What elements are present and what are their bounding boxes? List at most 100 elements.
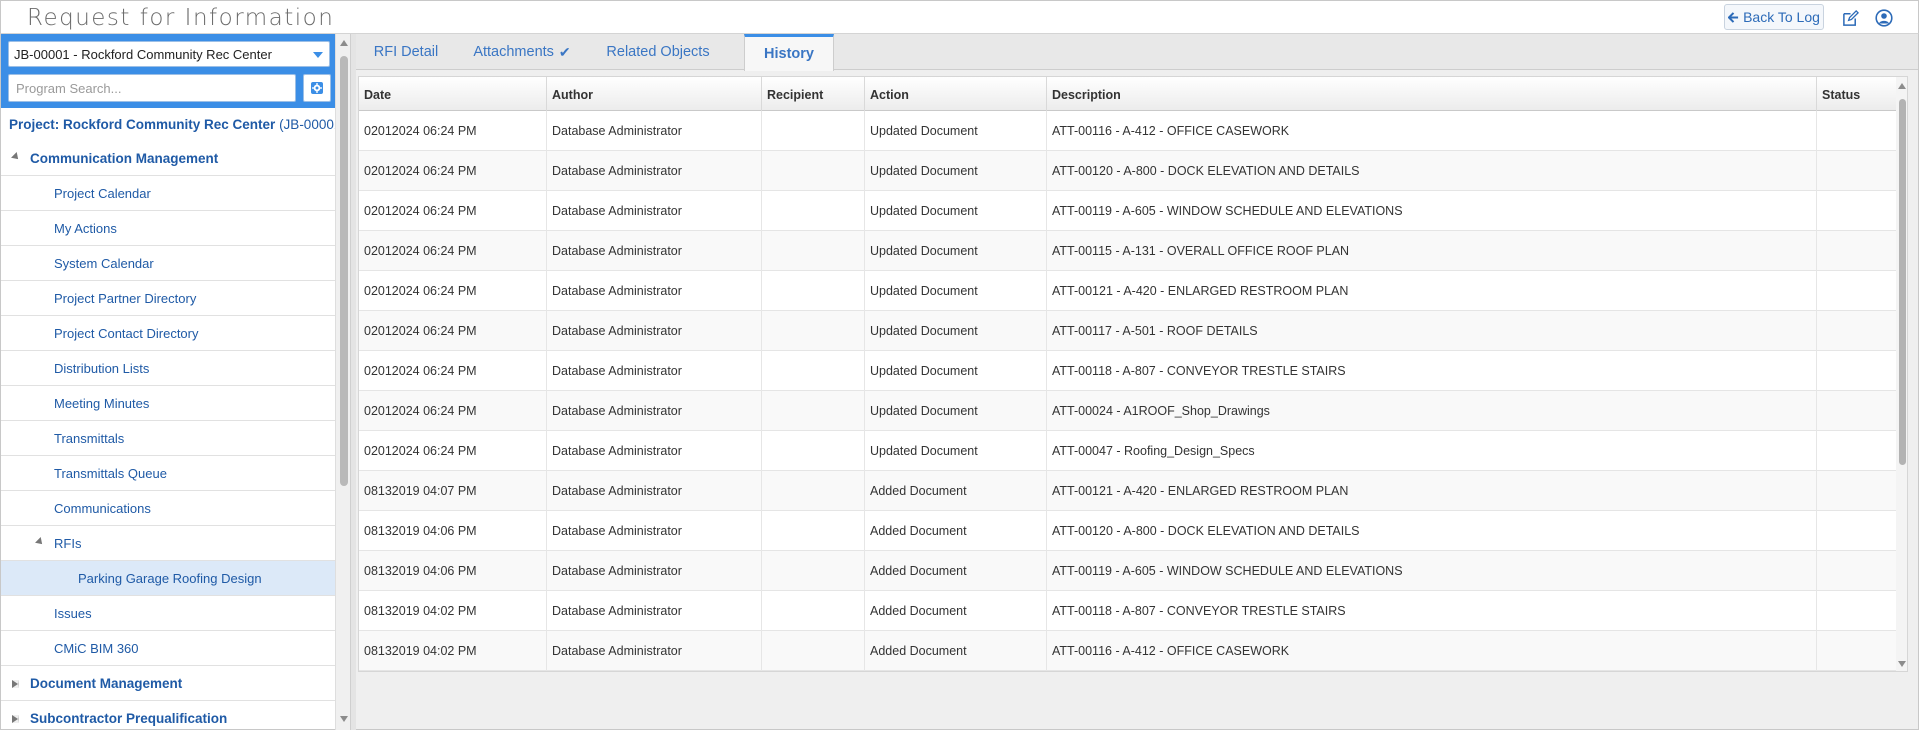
tab-label: Attachments: [473, 44, 554, 60]
table-body: 02012024 06:24 PM Database Administrator U…: [359, 111, 1896, 672]
scroll-down-icon[interactable]: [340, 716, 348, 722]
tab-attachments[interactable]: Attachments ✔: [456, 34, 588, 70]
tree-item[interactable]: Meeting Minutes: [1, 386, 335, 421]
tree-group[interactable]: Document Management: [1, 666, 335, 701]
tree-item[interactable]: Parking Garage Roofing Design: [1, 561, 335, 596]
cell-status: [1817, 271, 1896, 311]
collapse-arrow-icon[interactable]: [11, 152, 21, 162]
table-row[interactable]: 02012024 06:24 PM Database Administrator U…: [359, 351, 1896, 391]
table-row[interactable]: 02012024 06:24 PM Database Administrator U…: [359, 231, 1896, 271]
project-header[interactable]: Project: Rockford Community Rec Center (…: [9, 117, 346, 132]
column-header-action[interactable]: Action: [865, 77, 1047, 111]
column-header-date[interactable]: Date: [359, 77, 547, 111]
edit-icon[interactable]: [1839, 7, 1861, 29]
table-row[interactable]: [359, 671, 1896, 672]
tree-item[interactable]: Communications: [1, 491, 335, 526]
tree-item[interactable]: Project Calendar: [1, 176, 335, 211]
back-to-log-button[interactable]: Back To Log: [1724, 4, 1824, 30]
tree-item[interactable]: Transmittals Queue: [1, 456, 335, 491]
table-row[interactable]: 02012024 06:24 PM Database Administrator U…: [359, 271, 1896, 311]
cell-description: ATT-00119 - A-605 - WINDOW SCHEDULE AND …: [1047, 551, 1817, 591]
cell-author: Database Administrator: [547, 231, 762, 271]
tree-item-label: CMiC BIM 360: [54, 640, 139, 656]
column-header-description[interactable]: Description: [1047, 77, 1817, 111]
cell-action: Added Document: [865, 471, 1047, 511]
tree-item[interactable]: Issues: [1, 596, 335, 631]
cell-description: ATT-00116 - A-412 - OFFICE CASEWORK: [1047, 631, 1817, 671]
tree-item[interactable]: Project Contact Directory: [1, 316, 335, 351]
table-row[interactable]: 02012024 06:24 PM Database Administrator U…: [359, 151, 1896, 191]
tree-item[interactable]: System Calendar: [1, 246, 335, 281]
tree-item[interactable]: CMiC BIM 360: [1, 631, 335, 666]
column-header-recipient[interactable]: Recipient: [762, 77, 865, 111]
table-row[interactable]: 02012024 06:24 PM Database Administrator U…: [359, 311, 1896, 351]
cell-action: Updated Document: [865, 111, 1047, 151]
user-circle-icon[interactable]: [1873, 7, 1895, 29]
table-row[interactable]: 02012024 06:24 PM Database Administrator U…: [359, 391, 1896, 431]
cell-action: Updated Document: [865, 391, 1047, 431]
cell-description: ATT-00121 - A-420 - ENLARGED RESTROOM PL…: [1047, 271, 1817, 311]
cell-author: Database Administrator: [547, 431, 762, 471]
nav-scrollbar[interactable]: [335, 34, 351, 730]
page-title: Request for Information: [27, 5, 335, 31]
collapse-arrow-icon[interactable]: [35, 537, 45, 547]
tree-item[interactable]: My Actions: [1, 211, 335, 246]
cell-action: Updated Document: [865, 311, 1047, 351]
cell-recipient: [762, 391, 865, 431]
tree-group[interactable]: Communication Management: [1, 141, 335, 176]
cell-status: [1817, 111, 1896, 151]
tree-item[interactable]: RFIs: [1, 526, 335, 561]
scroll-thumb[interactable]: [1899, 99, 1906, 465]
column-header-status[interactable]: Status: [1817, 77, 1896, 111]
cell-author: Database Administrator: [547, 471, 762, 511]
cell-author: Database Administrator: [547, 511, 762, 551]
scroll-up-icon[interactable]: [1898, 83, 1906, 89]
cell-description: ATT-00121 - A-420 - ENLARGED RESTROOM PL…: [1047, 471, 1817, 511]
cell-author: Database Administrator: [547, 151, 762, 191]
column-header-author[interactable]: Author: [547, 77, 762, 111]
cell-status: [1817, 471, 1896, 511]
scroll-up-icon[interactable]: [340, 40, 348, 46]
tree-item-label: Project Contact Directory: [54, 325, 199, 341]
table-scrollbar[interactable]: [1896, 77, 1907, 671]
table-row[interactable]: 08132019 04:06 PM Database Administrator A…: [359, 511, 1896, 551]
cell-action: Updated Document: [865, 271, 1047, 311]
tree-item-label: Meeting Minutes: [54, 395, 150, 411]
cell-recipient: [762, 591, 865, 631]
cell-date: 02012024 06:24 PM: [359, 151, 547, 191]
table-row[interactable]: 02012024 06:24 PM Database Administrator U…: [359, 111, 1896, 151]
tree-item-label: System Calendar: [54, 255, 154, 271]
tab-history[interactable]: History: [744, 34, 834, 71]
tree-item[interactable]: Distribution Lists: [1, 351, 335, 386]
tree-item-label: Document Management: [30, 675, 183, 691]
cell-action: Added Document: [865, 591, 1047, 631]
tree-item-label: Project Partner Directory: [54, 290, 197, 306]
scroll-down-icon[interactable]: [1898, 661, 1906, 667]
cell-date: 02012024 06:24 PM: [359, 271, 547, 311]
table-row[interactable]: 08132019 04:02 PM Database Administrator A…: [359, 591, 1896, 631]
search-settings-button[interactable]: [303, 74, 331, 102]
expand-arrow-icon[interactable]: [12, 715, 19, 723]
chevron-down-icon: [313, 52, 323, 58]
scroll-thumb[interactable]: [340, 56, 348, 486]
program-search-input[interactable]: [8, 74, 296, 102]
tree-item[interactable]: Project Partner Directory: [1, 281, 335, 316]
project-select[interactable]: JB-00001 - Rockford Community Rec Center: [8, 41, 330, 67]
table-row[interactable]: 08132019 04:02 PM Database Administrator A…: [359, 631, 1896, 671]
tree-item[interactable]: Transmittals: [1, 421, 335, 456]
tab-related-objects[interactable]: Related Objects: [588, 34, 728, 70]
cell-date: 02012024 06:24 PM: [359, 431, 547, 471]
tab-rfi-detail[interactable]: RFI Detail: [356, 34, 456, 70]
table-row[interactable]: 08132019 04:06 PM Database Administrator A…: [359, 551, 1896, 591]
cell-date: 08132019 04:02 PM: [359, 631, 547, 671]
program-search-bar: JB-00001 - Rockford Community Rec Center: [1, 34, 335, 108]
cell-action: Updated Document: [865, 231, 1047, 271]
tree-item-label: Transmittals Queue: [54, 465, 167, 481]
cell-recipient: [762, 471, 865, 511]
table-row[interactable]: 08132019 04:07 PM Database Administrator A…: [359, 471, 1896, 511]
table-row[interactable]: 02012024 06:24 PM Database Administrator U…: [359, 191, 1896, 231]
cell-author: Database Administrator: [547, 111, 762, 151]
table-row[interactable]: 02012024 06:24 PM Database Administrator U…: [359, 431, 1896, 471]
expand-arrow-icon[interactable]: [12, 680, 19, 688]
tree-group[interactable]: Subcontractor Prequalification: [1, 701, 335, 730]
